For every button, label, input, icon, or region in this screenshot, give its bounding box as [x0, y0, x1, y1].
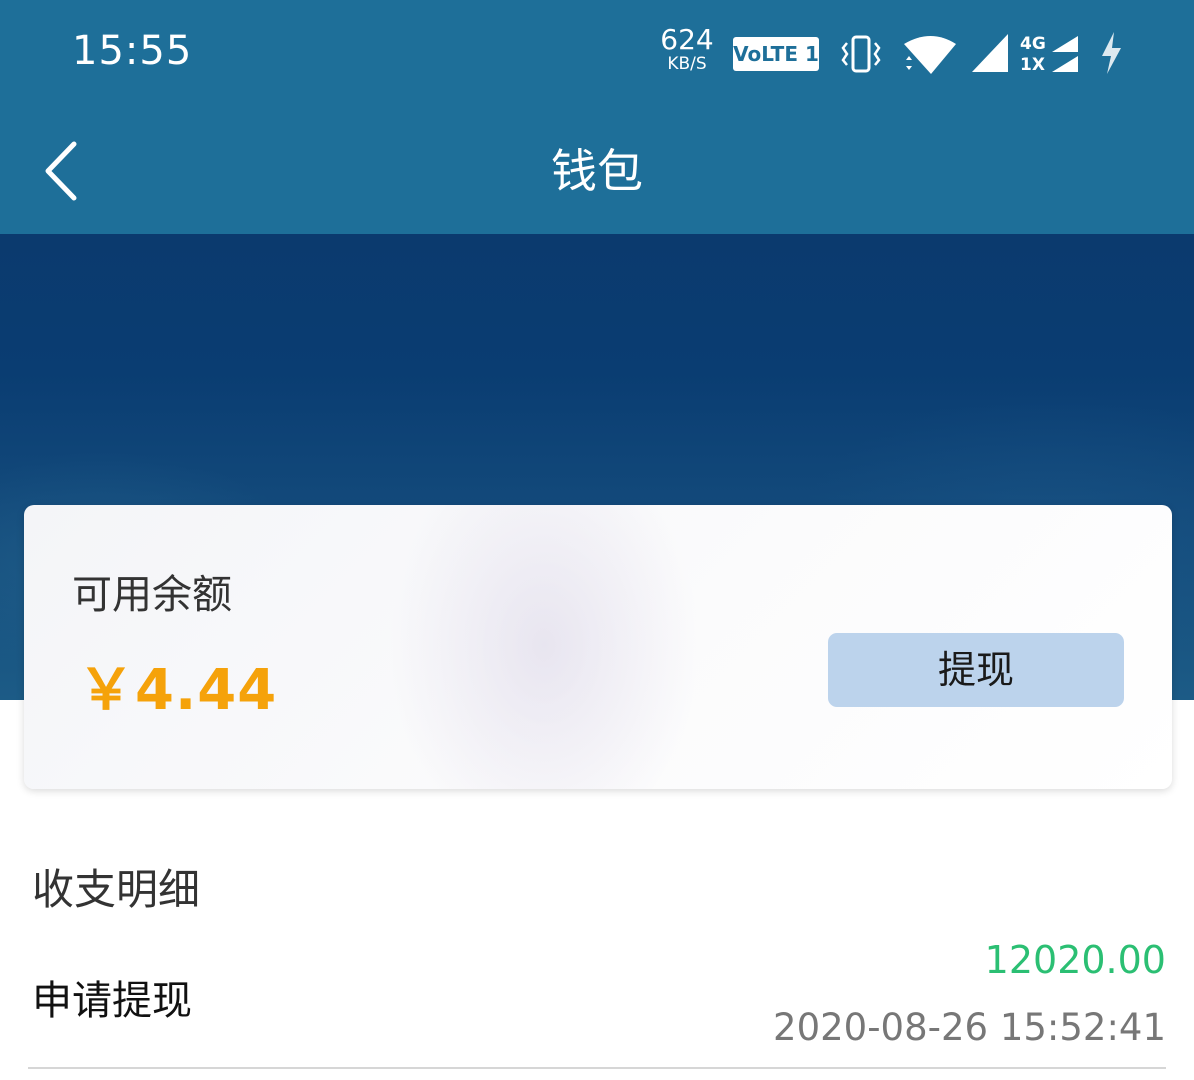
wifi-icon [904, 36, 956, 74]
balance-amount: ￥4.44 [78, 658, 278, 723]
vibrate-icon [841, 35, 881, 73]
divider [28, 1067, 1166, 1069]
balance-label: 可用余额 [72, 572, 232, 618]
volte-badge: VoLTE 1 [733, 37, 819, 71]
network-type-bottom: 1X [1020, 55, 1045, 75]
transaction-amount: 12020.00 [984, 938, 1166, 982]
transaction-name: 申请提现 [32, 978, 192, 1024]
withdraw-button[interactable]: 提现 [828, 633, 1124, 707]
page-title: 钱包 [551, 144, 643, 198]
detail-section-title: 收支明细 [32, 865, 201, 914]
wallet-screen: 15:55 624 KB/S VoLTE 1 4G 1X 钱包 可用余额 ￥4.… [0, 0, 1194, 1080]
network-speed-value: 624 [660, 23, 714, 56]
cell-signal-secondary-icon [1052, 36, 1078, 72]
status-time: 15:55 [72, 28, 193, 74]
network-type: 4G 1X [1020, 34, 1046, 76]
transaction-row[interactable]: 申请提现 12020.00 2020-08-26 15:52:41 [0, 930, 1194, 1070]
cell-signal-icon [972, 34, 1008, 72]
balance-card: 可用余额 ￥4.44 提现 [24, 505, 1172, 789]
network-speed: 624 KB/S [660, 26, 714, 73]
network-type-top: 4G [1020, 34, 1046, 54]
transaction-time: 2020-08-26 15:52:41 [773, 1006, 1166, 1049]
status-bar: 15:55 624 KB/S VoLTE 1 4G 1X [0, 0, 1194, 108]
charging-icon [1102, 32, 1121, 74]
nav-bar: 钱包 [0, 108, 1194, 234]
network-speed-unit: KB/S [667, 54, 707, 74]
